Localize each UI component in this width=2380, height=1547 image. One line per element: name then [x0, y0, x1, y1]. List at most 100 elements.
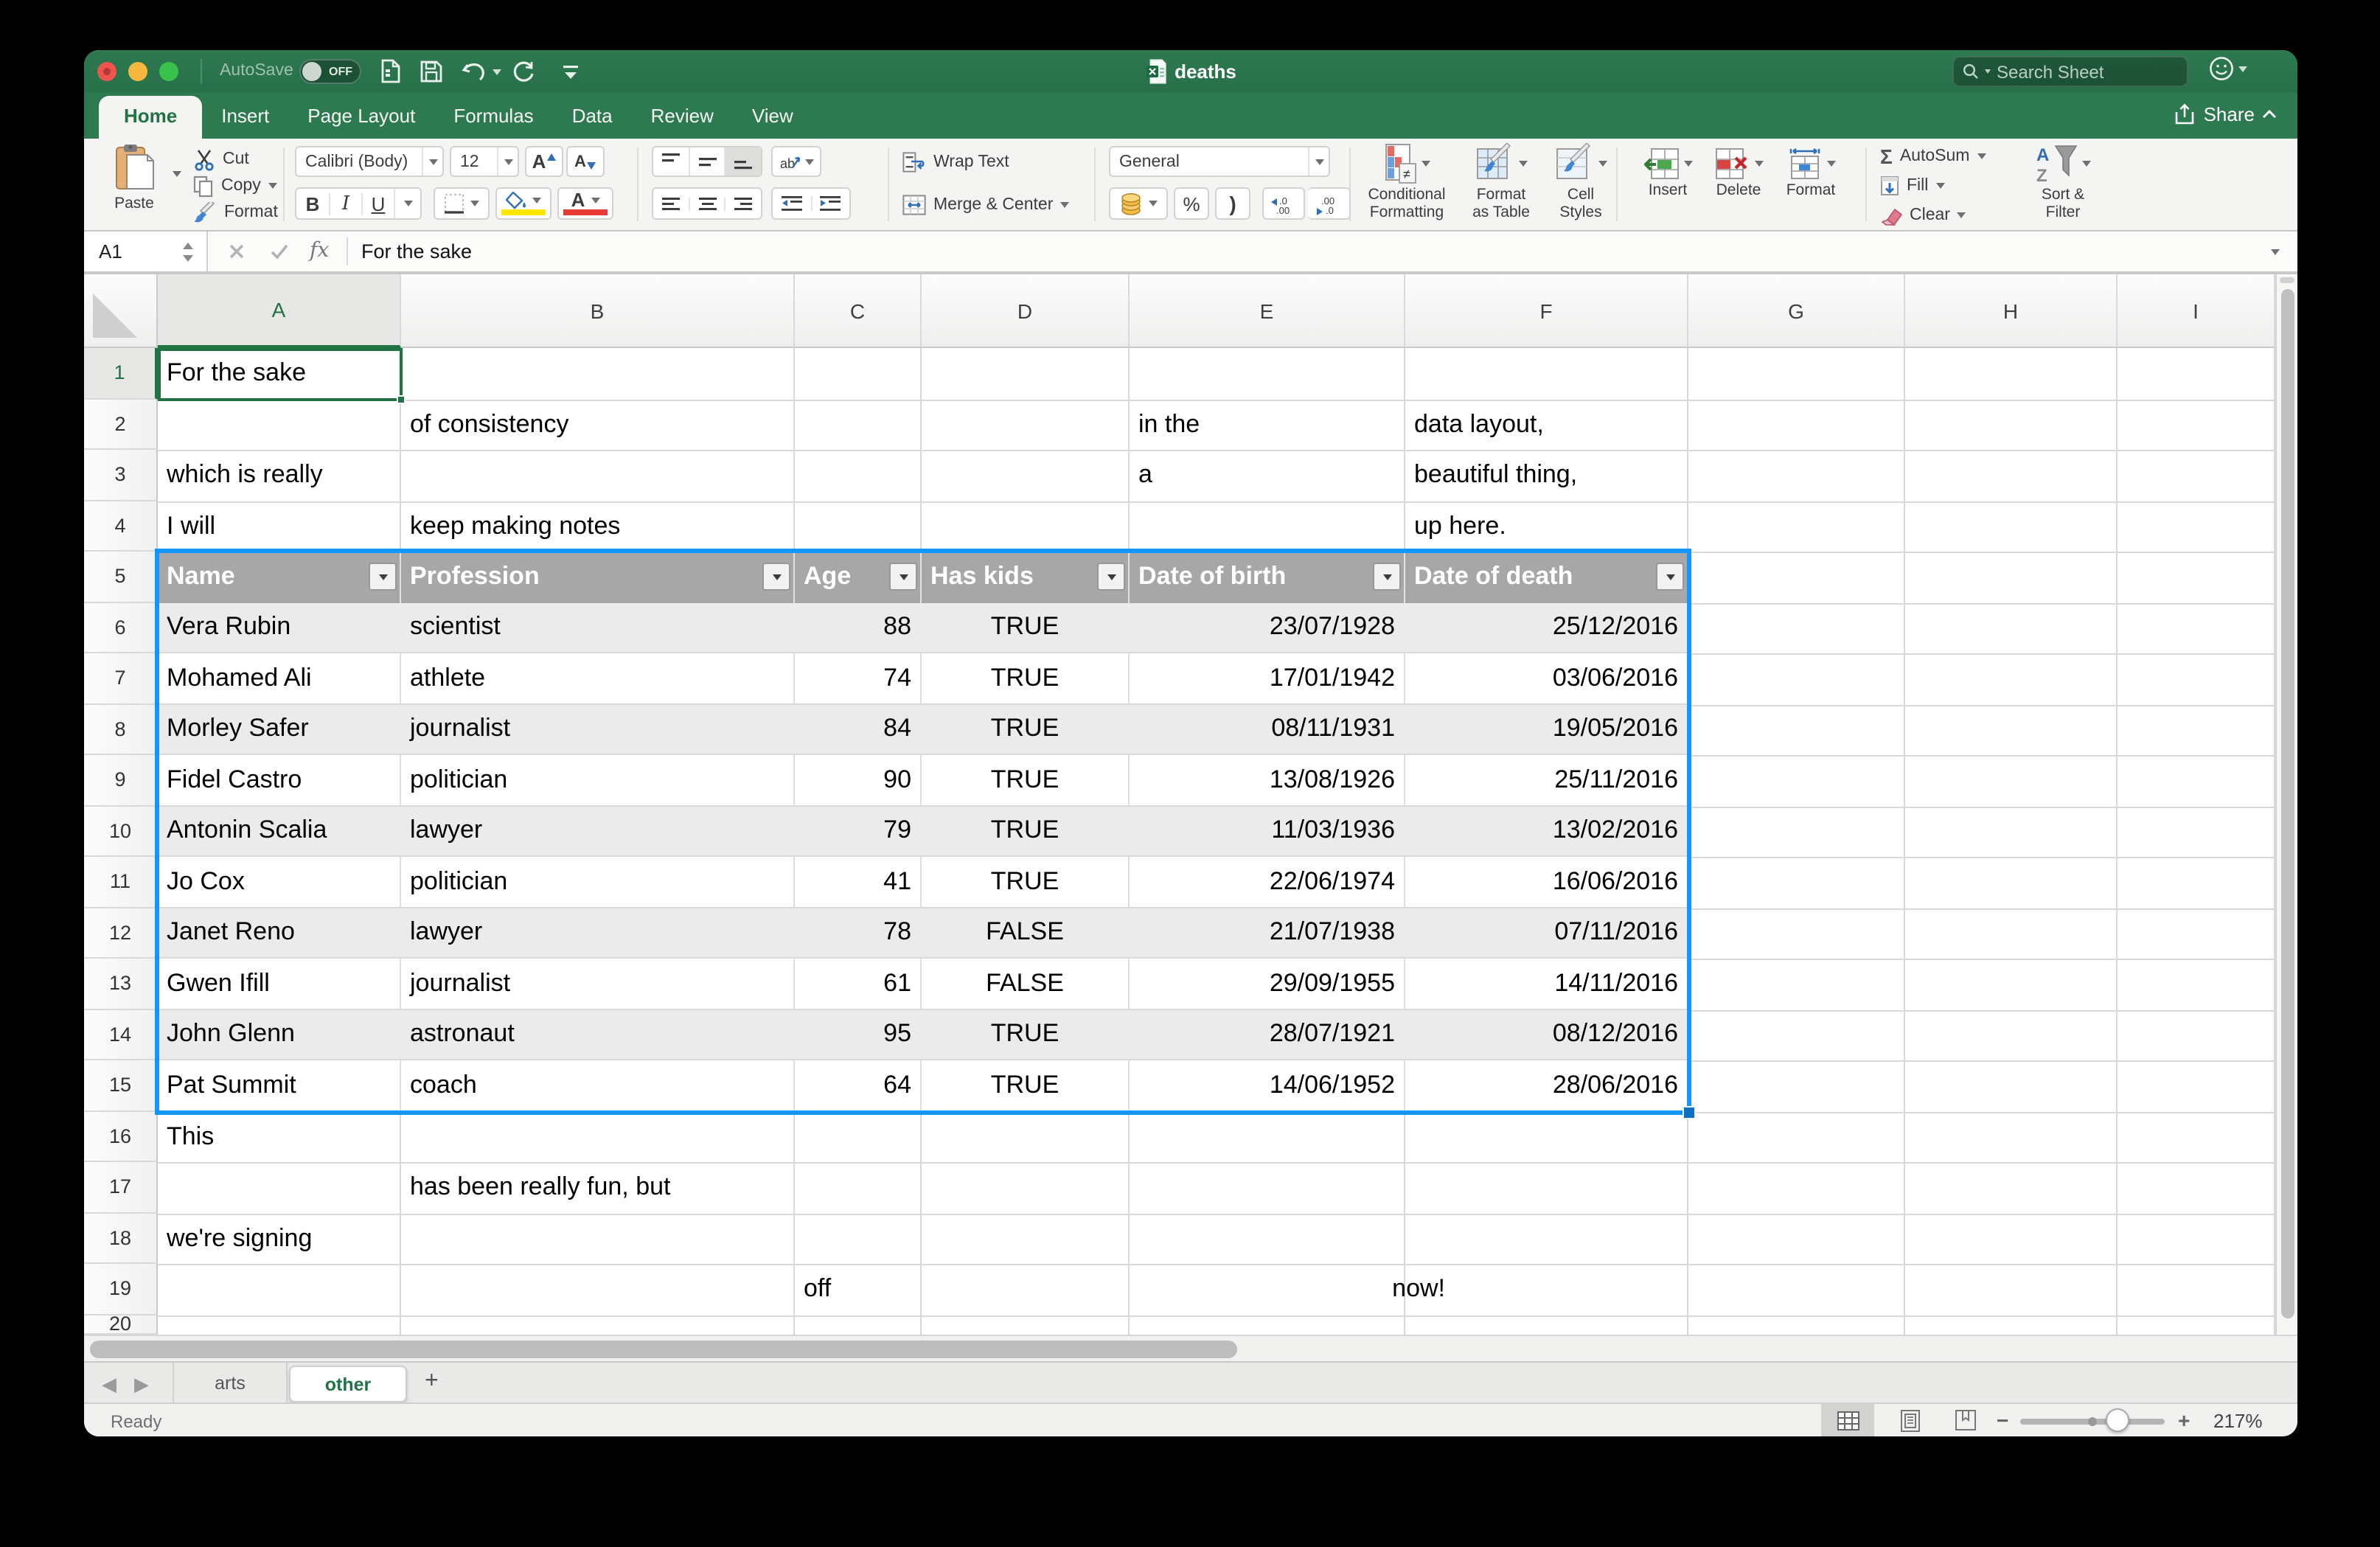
sort-filter-button[interactable]: A Z Sort & Filter: [2016, 143, 2110, 227]
name-box[interactable]: A1: [84, 232, 208, 271]
table-cell[interactable]: TRUE: [922, 653, 1130, 703]
table-cell[interactable]: 78: [795, 908, 922, 957]
vertical-scrollbar-thumb[interactable]: [2280, 289, 2294, 1318]
paste-button[interactable]: Paste: [99, 143, 170, 227]
table-cell[interactable]: politician: [401, 857, 795, 906]
currency-format-button[interactable]: [1109, 187, 1168, 220]
conditional-formatting-button[interactable]: ≠ Conditional Formatting: [1361, 143, 1452, 227]
table-header-name[interactable]: Name: [158, 552, 401, 602]
font-family-select[interactable]: Calibri (Body): [295, 146, 444, 177]
table-cell[interactable]: Mohamed Ali: [158, 653, 401, 703]
formula-bar-expand-caret[interactable]: [2271, 249, 2280, 255]
table-cell[interactable]: journalist: [401, 959, 795, 1008]
row-header-3[interactable]: 3: [84, 450, 158, 501]
autosum-caret[interactable]: [1977, 153, 1986, 159]
zoom-slider-thumb[interactable]: [2106, 1408, 2129, 1432]
fill-caret[interactable]: [1935, 183, 1945, 189]
table-cell[interactable]: 19/05/2016: [1405, 704, 1688, 754]
align-center-button[interactable]: [688, 197, 724, 210]
increase-decimal-button[interactable]: .0 .00: [1262, 187, 1305, 220]
table-cell[interactable]: FALSE: [922, 908, 1130, 957]
table-cell[interactable]: TRUE: [922, 704, 1130, 754]
zoom-in-button[interactable]: +: [2178, 1408, 2190, 1432]
row-header-5[interactable]: 5: [84, 552, 158, 602]
ribbon-collapse-chevron-icon[interactable]: [2262, 109, 2277, 119]
font-color-button[interactable]: A: [557, 187, 613, 220]
merge-center-caret[interactable]: [1060, 202, 1070, 208]
tab-review[interactable]: Review: [632, 94, 733, 139]
table-cell[interactable]: 08/12/2016: [1405, 1009, 1688, 1059]
page-layout-view-button[interactable]: [1883, 1404, 1936, 1436]
table-cell[interactable]: coach: [401, 1060, 795, 1110]
merge-center-button[interactable]: Merge & Center: [902, 192, 1070, 218]
cell-b4[interactable]: keep making notes: [401, 501, 795, 552]
cancel-entry-icon[interactable]: [229, 243, 245, 260]
cell-a18[interactable]: we're signing: [158, 1213, 401, 1264]
horizontal-scrollbar[interactable]: [84, 1335, 2297, 1361]
table-header-date-of-death[interactable]: Date of death: [1405, 552, 1688, 602]
cell-a16[interactable]: This: [158, 1111, 401, 1162]
filter-button-date-of-death[interactable]: [1656, 563, 1684, 591]
fill-color-caret[interactable]: [532, 197, 541, 203]
share-button[interactable]: Share: [2174, 103, 2277, 125]
table-cell[interactable]: 17/01/1942: [1130, 653, 1405, 703]
table-header-profession[interactable]: Profession: [401, 552, 795, 602]
row-header-15[interactable]: 15: [84, 1060, 158, 1111]
table-cell[interactable]: 08/11/1931: [1130, 704, 1405, 754]
table-cell[interactable]: 61: [795, 959, 922, 1008]
sort-filter-caret[interactable]: [2082, 161, 2091, 167]
spreadsheet-grid[interactable]: A B C D E F G H I 1 2 3 4 5 6 7 8 9 10 11 12 13 14 15 16 17 18 19 20…: [84, 274, 2297, 1335]
table-cell[interactable]: 23/07/1928: [1130, 602, 1405, 652]
fill-button[interactable]: Fill: [1880, 173, 1945, 199]
table-cell[interactable]: Vera Rubin: [158, 602, 401, 652]
tab-data[interactable]: Data: [553, 94, 632, 139]
row-header-16[interactable]: 16: [84, 1111, 158, 1162]
number-format-select[interactable]: General: [1109, 146, 1330, 177]
clear-button[interactable]: Clear: [1880, 202, 1966, 229]
cell-e2[interactable]: in the: [1130, 399, 1405, 450]
column-header-g[interactable]: G: [1688, 274, 1905, 348]
copy-button[interactable]: Copy: [193, 173, 277, 199]
table-cell[interactable]: FALSE: [922, 959, 1130, 1008]
underline-button[interactable]: U: [361, 192, 394, 215]
align-left-button[interactable]: [653, 197, 688, 210]
row-header-19[interactable]: 19: [84, 1264, 158, 1315]
zoom-out-button[interactable]: −: [1997, 1408, 2008, 1432]
table-cell[interactable]: 13/08/1926: [1130, 755, 1405, 804]
page-break-view-button[interactable]: [1939, 1404, 1992, 1436]
table-cell[interactable]: 14/11/2016: [1405, 959, 1688, 1008]
decrease-indent-button[interactable]: [773, 196, 810, 211]
table-cell[interactable]: 25/11/2016: [1405, 755, 1688, 804]
search-scope-caret[interactable]: [1985, 69, 1991, 74]
table-cell[interactable]: 03/06/2016: [1405, 653, 1688, 703]
confirm-entry-icon[interactable]: [270, 243, 289, 260]
table-cell[interactable]: 28/07/1921: [1130, 1009, 1405, 1059]
bold-button[interactable]: B: [296, 192, 329, 215]
table-cell[interactable]: 84: [795, 704, 922, 754]
cell-e3[interactable]: a: [1130, 450, 1405, 501]
sheet-tab-other[interactable]: other: [289, 1366, 407, 1402]
table-cell[interactable]: lawyer: [401, 908, 795, 957]
column-header-d[interactable]: D: [922, 274, 1130, 348]
new-file-button[interactable]: [376, 58, 406, 86]
cell-styles-button[interactable]: Cell Styles: [1547, 143, 1615, 227]
table-cell[interactable]: journalist: [401, 704, 795, 754]
clear-caret[interactable]: [1957, 212, 1966, 218]
minimize-window-button[interactable]: [128, 62, 147, 81]
table-cell[interactable]: TRUE: [922, 602, 1130, 652]
row-header-9[interactable]: 9: [84, 755, 158, 806]
row-header-8[interactable]: 8: [84, 704, 158, 755]
increase-indent-button[interactable]: [810, 196, 849, 211]
table-cell[interactable]: 25/12/2016: [1405, 602, 1688, 652]
wrap-text-button[interactable]: Wrap Text: [902, 149, 1009, 175]
conditional-formatting-caret[interactable]: [1421, 161, 1430, 167]
delete-cells-caret[interactable]: [1754, 161, 1763, 167]
normal-view-button[interactable]: [1821, 1404, 1874, 1436]
column-header-e[interactable]: E: [1130, 274, 1405, 348]
font-size-select[interactable]: 12: [450, 146, 519, 177]
paste-menu-caret[interactable]: [173, 171, 181, 177]
cell-a1[interactable]: For the sake: [158, 348, 401, 399]
save-button[interactable]: [416, 58, 445, 86]
align-top-button[interactable]: [653, 147, 688, 175]
table-cell[interactable]: 14/06/1952: [1130, 1060, 1405, 1110]
